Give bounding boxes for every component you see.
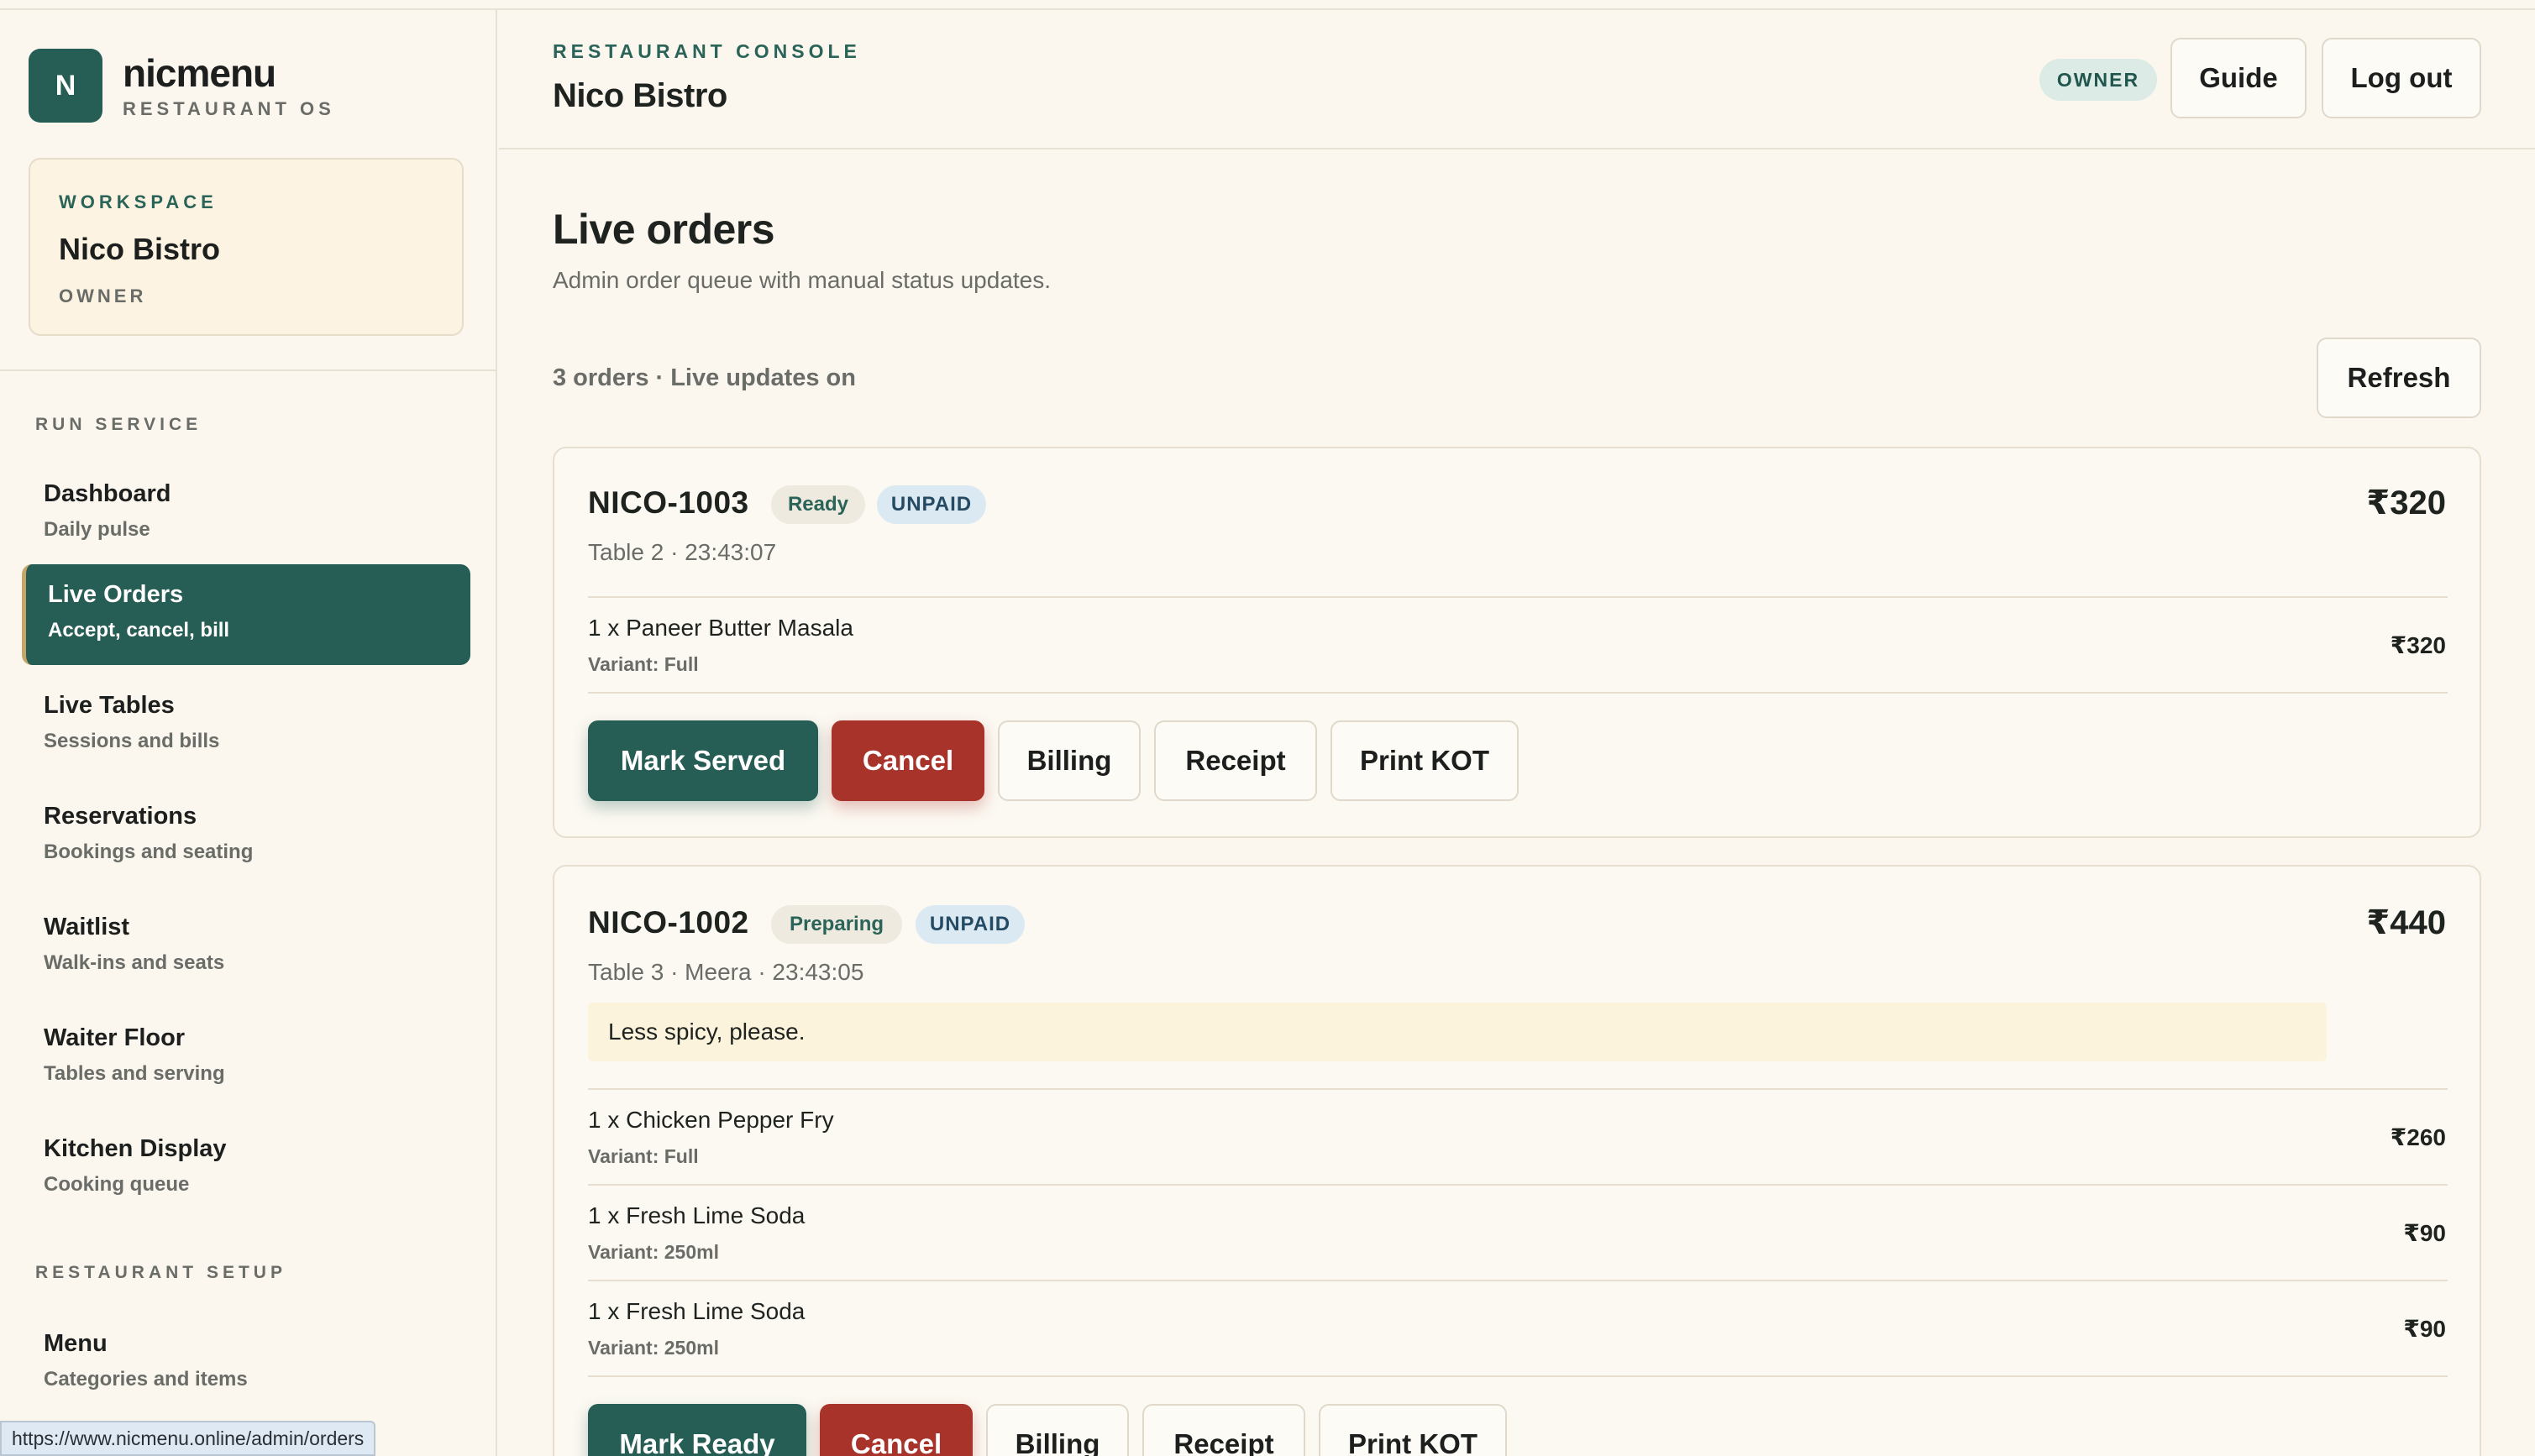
sidebar-item-menu[interactable]: Menu Categories and items [22,1313,470,1414]
sidebar-item-reservations[interactable]: Reservations Bookings and seating [22,786,470,887]
order-item-variant: Variant: Full [588,653,699,675]
refresh-button[interactable]: Refresh [2317,338,2481,418]
order-status-badge: Ready [771,485,865,524]
page-subtitle: Admin order queue with manual status upd… [553,267,1052,293]
header-title: Nico Bistro [553,77,727,114]
order-card: NICO-1003 Ready UNPAID ₹320 Table 2 · 23… [553,447,2481,838]
order-item-variant: Variant: 250ml [588,1241,719,1263]
sidebar-divider [0,369,496,371]
logout-button[interactable]: Log out [2322,38,2481,118]
divider [588,1280,2448,1281]
divider [588,596,2448,598]
sidebar-item-title: Menu [44,1330,108,1357]
sidebar-item-live-orders[interactable]: Live Orders Accept, cancel, bill [22,564,470,665]
header-kicker: RESTAURANT CONSOLE [553,40,861,62]
order-item-price: ₹260 [2390,1124,2446,1150]
header: RESTAURANT CONSOLE Nico Bistro OWNER Gui… [499,10,2535,149]
order-total: ₹440 [2366,904,2446,941]
sidebar-item-subtitle: Bookings and seating [44,841,254,863]
brand[interactable]: N nicmenu RESTAURANT OS [29,47,335,124]
billing-button[interactable]: Billing [998,720,1141,801]
workspace-label: WORKSPACE [59,191,218,212]
sidebar-item-subtitle: Accept, cancel, bill [48,619,230,642]
print-kot-button[interactable]: Print KOT [1330,720,1519,801]
cancel-order-button[interactable]: Cancel [832,720,984,801]
billing-button[interactable]: Billing [986,1404,1129,1456]
order-item-price: ₹90 [2403,1316,2446,1342]
sidebar-item-live-tables[interactable]: Live Tables Sessions and bills [22,675,470,776]
status-bar-url: https://www.nicmenu.online/admin/orders [0,1421,376,1456]
order-total: ₹320 [2366,484,2446,521]
workspace-card: WORKSPACE Nico Bistro OWNER [29,158,464,336]
divider [588,692,2448,694]
sidebar-item-kitchen-display[interactable]: Kitchen Display Cooking queue [22,1118,470,1219]
sidebar-item-subtitle: Categories and items [44,1368,248,1391]
order-item-name: 1 x Paneer Butter Masala [588,615,853,641]
role-badge: OWNER [2039,59,2157,101]
mark-ready-button[interactable]: Mark Ready [588,1404,806,1456]
sidebar-item-title: Dashboard [44,480,171,507]
sidebar-item-title: Waitlist [44,914,130,940]
divider [588,1088,2448,1090]
sidebar-item-title: Live Tables [44,692,175,719]
order-status-badge: Preparing [771,905,902,944]
divider [588,1184,2448,1186]
order-id: NICO-1002 [588,905,749,940]
sidebar-item-waitlist[interactable]: Waitlist Walk-ins and seats [22,897,470,998]
receipt-button[interactable]: Receipt [1154,720,1317,801]
sidebar-item-subtitle: Cooking queue [44,1173,190,1196]
order-note: Less spicy, please. [588,1003,2327,1061]
payment-status-badge: UNPAID [916,905,1025,944]
mark-served-button[interactable]: Mark Served [588,720,818,801]
order-meta: Table 3 · Meera · 23:43:05 [588,959,864,985]
window-top-edge [0,0,2535,10]
sidebar-item-title: Reservations [44,803,197,830]
order-item-price: ₹90 [2403,1220,2446,1246]
sidebar-item-subtitle: Walk-ins and seats [44,951,225,974]
workspace-name: Nico Bistro [59,232,221,266]
section-label-restaurant-setup: RESTAURANT SETUP [35,1263,286,1282]
sidebar-item-title: Kitchen Display [44,1135,227,1162]
order-item-variant: Variant: 250ml [588,1337,719,1359]
order-item-variant: Variant: Full [588,1145,699,1167]
cancel-order-button[interactable]: Cancel [820,1404,973,1456]
order-card: NICO-1002 Preparing UNPAID ₹440 Table 3 … [553,865,2481,1456]
sidebar-item-dashboard[interactable]: Dashboard Daily pulse [22,464,470,564]
section-label-run-service: RUN SERVICE [35,415,202,434]
sidebar-item-subtitle: Tables and serving [44,1062,225,1085]
order-id: NICO-1003 [588,485,749,520]
payment-status-badge: UNPAID [877,485,986,524]
order-item-name: 1 x Chicken Pepper Fry [588,1107,834,1133]
page-title: Live orders [553,206,775,253]
brand-logo: N [29,49,102,123]
order-item-name: 1 x Fresh Lime Soda [588,1298,806,1324]
order-item-price: ₹320 [2390,632,2446,658]
orders-count-status: 3 orders · Live updates on [553,364,856,391]
divider [588,1375,2448,1377]
order-item-name: 1 x Fresh Lime Soda [588,1202,806,1228]
print-kot-button[interactable]: Print KOT [1319,1404,1507,1456]
sidebar-item-subtitle: Daily pulse [44,518,150,541]
brand-subtitle: RESTAURANT OS [123,98,335,119]
guide-button[interactable]: Guide [2170,38,2307,118]
sidebar-item-title: Live Orders [48,581,184,608]
order-meta: Table 2 · 23:43:07 [588,539,777,565]
workspace-role: OWNER [59,285,147,306]
brand-name: nicmenu [123,51,276,95]
sidebar-item-subtitle: Sessions and bills [44,730,220,752]
sidebar-item-title: Waiter Floor [44,1024,186,1051]
receipt-button[interactable]: Receipt [1142,1404,1305,1456]
sidebar: N nicmenu RESTAURANT OS WORKSPACE Nico B… [0,10,497,1456]
sidebar-item-waiter-floor[interactable]: Waiter Floor Tables and serving [22,1008,470,1108]
